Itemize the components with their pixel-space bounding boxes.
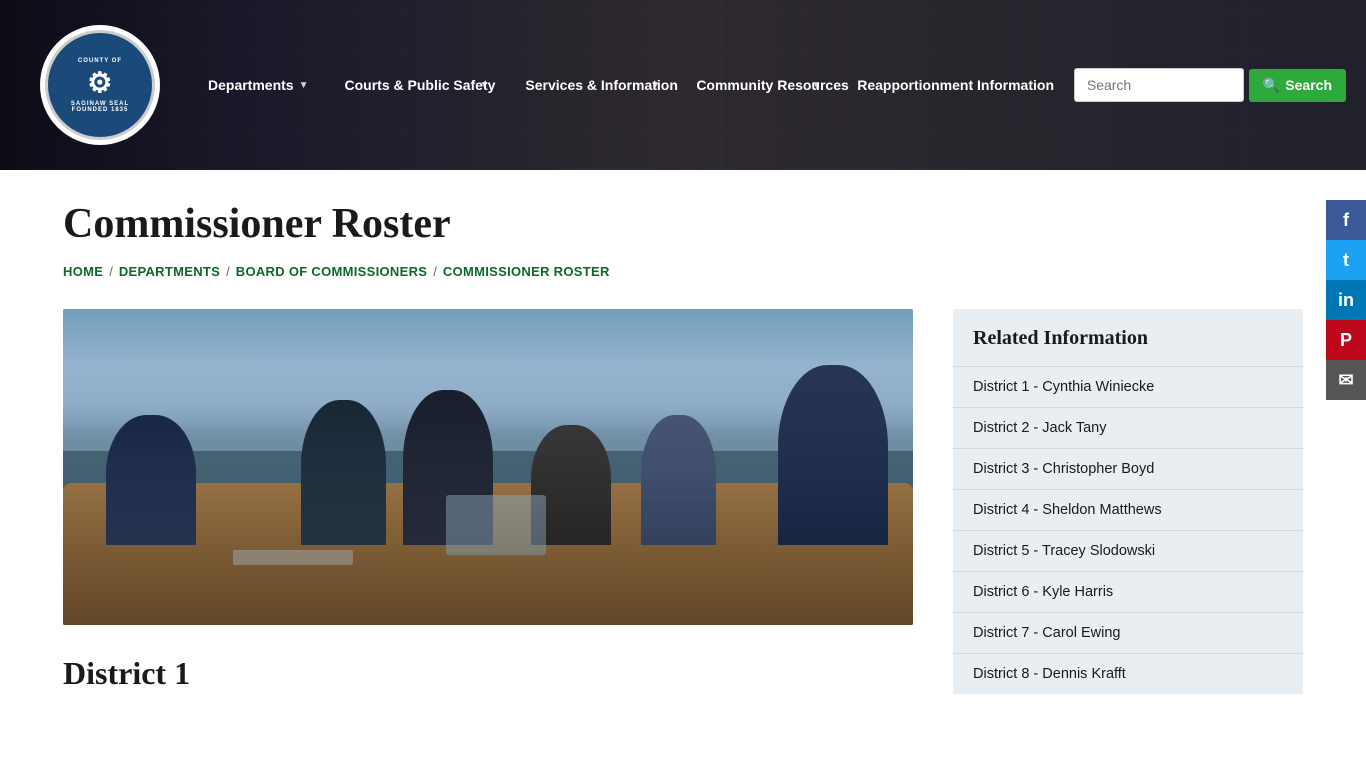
nav-community-arrow: ▼ [811,79,821,92]
search-button[interactable]: 🔍 Search [1249,69,1346,102]
nav-services[interactable]: Services & Information ▼ [507,68,678,102]
logo-wrapper[interactable]: COUNTY OF ⚙ SAGINAW SEAL FOUNDED 1835 [20,25,180,145]
logo-seal-emblem: ⚙ [87,66,113,99]
breadcrumb-departments[interactable]: DEPARTMENTS [119,264,220,279]
nav-reapportionment-label: Reapportionment Information [857,76,977,94]
related-info-item-7[interactable]: District 7 - Carol Ewing [953,612,1303,653]
nav-community[interactable]: Community Resources ▼ [678,68,839,102]
content-sidebar: Related Information District 1 - Cynthia… [953,309,1303,694]
nav-departments-arrow: ▼ [299,79,309,92]
logo-inner: COUNTY OF ⚙ SAGINAW SEAL FOUNDED 1835 [45,30,155,140]
main-content: Commissioner Roster HOME / DEPARTMENTS /… [0,170,1366,740]
linkedin-icon: in [1338,290,1354,311]
related-info-item-4[interactable]: District 4 - Sheldon Matthews [953,489,1303,530]
breadcrumb: HOME / DEPARTMENTS / BOARD OF COMMISSION… [63,264,1303,279]
linkedin-button[interactable]: in [1326,280,1366,320]
related-info-list: District 1 - Cynthia Winiecke District 2… [953,366,1303,694]
district-heading: District 1 [63,655,913,692]
breadcrumb-sep-3: / [433,264,437,279]
pinterest-icon: P [1340,330,1352,351]
nav-services-label: Services & Information [525,76,645,94]
nav-community-label: Community Resources [696,76,806,94]
logo-county-text: COUNTY OF [78,58,122,64]
twitter-icon: t [1343,250,1349,271]
nav-departments-label: Departments [208,76,294,94]
related-info-title: Related Information [953,309,1303,366]
related-info-item-6[interactable]: District 6 - Kyle Harris [953,571,1303,612]
logo-circle: COUNTY OF ⚙ SAGINAW SEAL FOUNDED 1835 [40,25,160,145]
nav-departments[interactable]: Departments ▼ [190,68,327,102]
twitter-button[interactable]: t [1326,240,1366,280]
main-navigation: Departments ▼ Courts & Public Safety ▼ S… [180,68,1074,102]
facebook-icon: f [1343,210,1349,231]
nav-reapportionment[interactable]: Reapportionment Information [839,68,995,102]
meeting-image [63,309,913,625]
content-main: District 1 [63,309,913,700]
nav-courts-label: Courts & Public Safety [345,76,475,94]
facebook-button[interactable]: f [1326,200,1366,240]
nav-courts-arrow: ▼ [480,79,490,92]
header-search: 🔍 Search [1074,68,1346,102]
image-overlay [63,309,913,625]
related-info-item-5[interactable]: District 5 - Tracey Slodowski [953,530,1303,571]
header-content: COUNTY OF ⚙ SAGINAW SEAL FOUNDED 1835 De… [0,25,1366,145]
meeting-scene [63,309,913,625]
nav-services-arrow: ▼ [650,79,660,92]
related-info-box: Related Information District 1 - Cynthia… [953,309,1303,694]
email-icon: ✉ [1338,370,1353,391]
pinterest-button[interactable]: P [1326,320,1366,360]
search-input[interactable] [1074,68,1244,102]
page-title: Commissioner Roster [63,200,1303,248]
related-info-item-2[interactable]: District 2 - Jack Tany [953,407,1303,448]
breadcrumb-sep-2: / [226,264,230,279]
related-info-item-3[interactable]: District 3 - Christopher Boyd [953,448,1303,489]
site-header: COUNTY OF ⚙ SAGINAW SEAL FOUNDED 1835 De… [0,0,1366,170]
content-layout: District 1 Related Information District … [63,309,1303,700]
related-info-item-1[interactable]: District 1 - Cynthia Winiecke [953,366,1303,407]
breadcrumb-board[interactable]: BOARD OF COMMISSIONERS [236,264,428,279]
breadcrumb-current: COMMISSIONER ROSTER [443,264,610,279]
logo-founded-text: FOUNDED 1835 [72,107,129,113]
breadcrumb-home[interactable]: HOME [63,264,103,279]
email-button[interactable]: ✉ [1326,360,1366,400]
related-info-item-8[interactable]: District 8 - Dennis Krafft [953,653,1303,694]
main-container: Commissioner Roster HOME / DEPARTMENTS /… [23,170,1343,740]
search-icon: 🔍 [1263,77,1280,94]
nav-courts[interactable]: Courts & Public Safety ▼ [327,68,508,102]
social-sidebar: f t in P ✉ [1326,200,1366,400]
search-button-label: Search [1285,77,1332,93]
breadcrumb-sep-1: / [109,264,113,279]
